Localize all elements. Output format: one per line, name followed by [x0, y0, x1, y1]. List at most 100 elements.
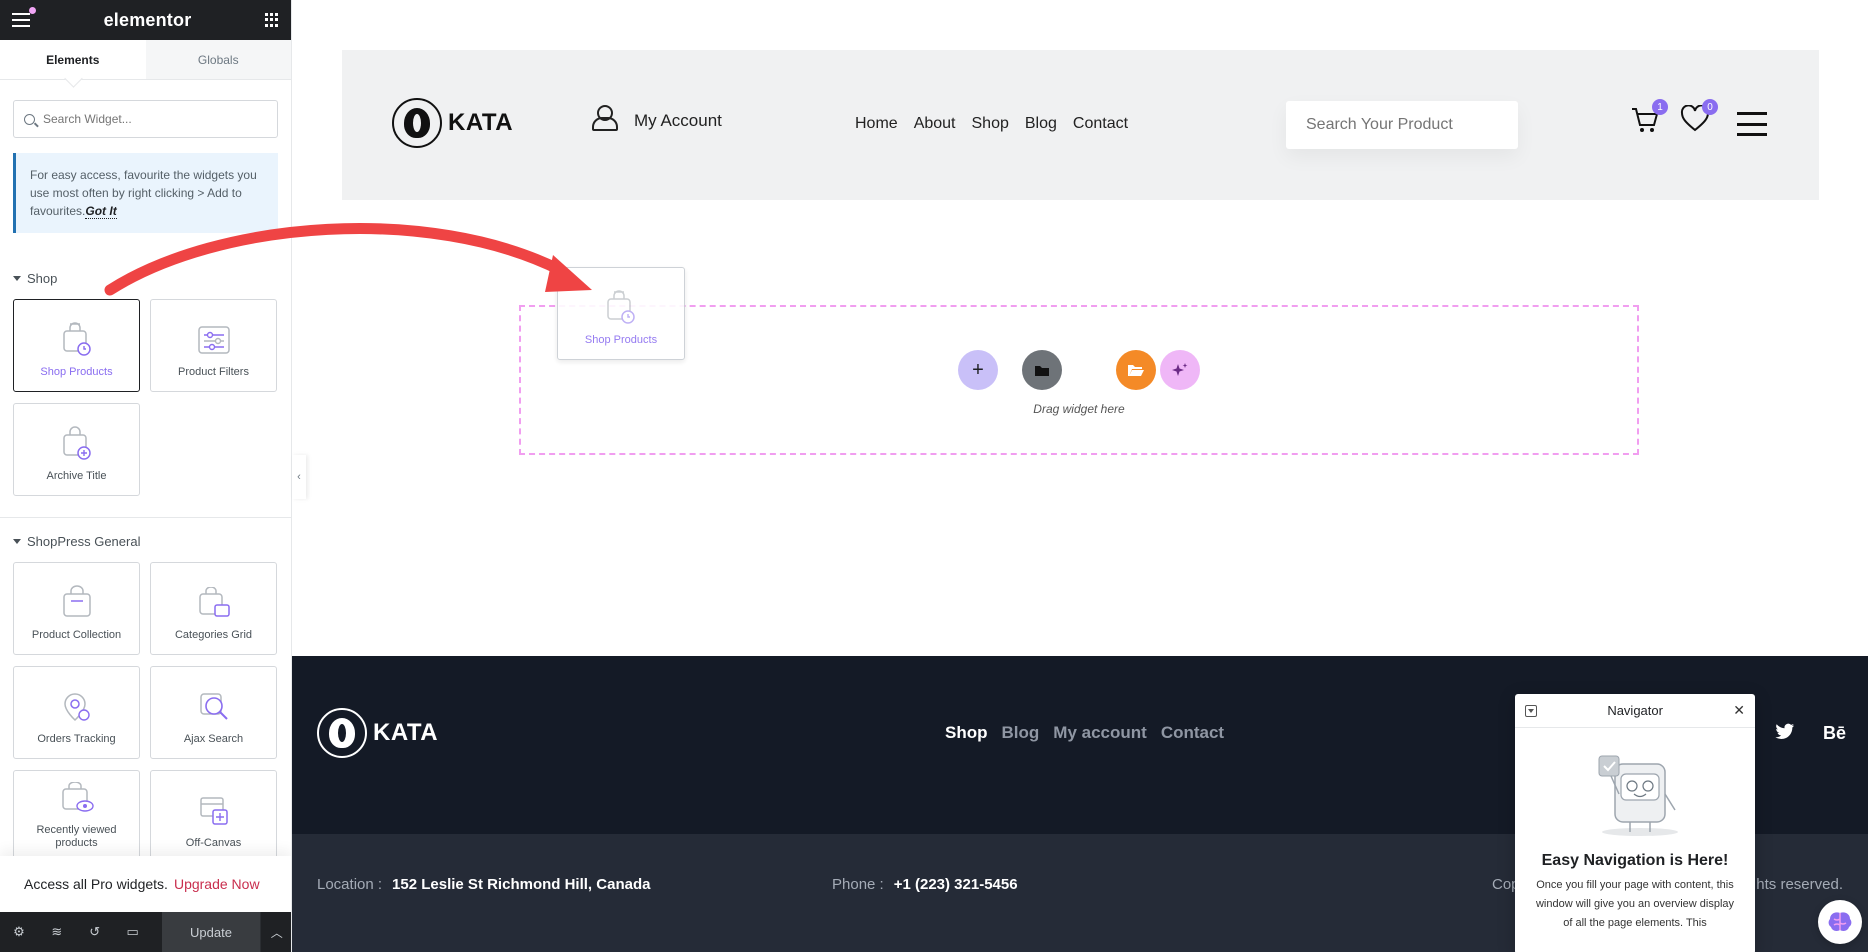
filters-icon: [197, 326, 230, 354]
responsive-mode-icon[interactable]: ▭: [114, 912, 152, 952]
widget-label: Ajax Search: [183, 733, 244, 745]
location-pin-icon: [63, 693, 90, 722]
widget-label: Shop Products: [40, 366, 113, 378]
upgrade-now-link[interactable]: Upgrade Now: [174, 876, 260, 892]
nav-shop[interactable]: Shop: [972, 115, 1009, 133]
panel-header: elementor: [0, 0, 291, 40]
dragged-widget-ghost[interactable]: Shop Products: [557, 267, 685, 360]
product-search-input[interactable]: [1306, 116, 1498, 134]
widget-recently-viewed-products[interactable]: Recently viewed products: [13, 770, 140, 863]
brand-name: KATA: [448, 109, 514, 136]
collapse-icon[interactable]: [1525, 704, 1537, 717]
phone-label: Phone :: [832, 876, 884, 893]
nav-contact[interactable]: Contact: [1073, 115, 1128, 133]
widget-categories-grid[interactable]: Categories Grid: [150, 562, 277, 655]
settings-gear-icon[interactable]: ⚙: [0, 912, 38, 952]
nav-about[interactable]: About: [914, 115, 956, 133]
elementor-logo: elementor: [103, 9, 192, 30]
widget-search[interactable]: [13, 100, 278, 138]
favourites-notice: For easy access, favourite the widgets y…: [13, 153, 278, 233]
elementor-panel: elementor Elements Globals For easy acce…: [0, 0, 292, 952]
footer-logo[interactable]: KATA: [317, 708, 438, 758]
footer-nav-contact[interactable]: Contact: [1161, 723, 1224, 743]
category-shop[interactable]: Shop: [0, 268, 70, 288]
panel-footer: ⚙ ≋ ↺ ▭ Update ︿: [0, 912, 291, 952]
shop-products-icon: [607, 290, 635, 324]
update-button[interactable]: Update: [161, 912, 261, 952]
caret-down-icon: [13, 275, 21, 281]
phone-value: +1 (223) 321-5456: [893, 876, 1018, 893]
collapse-panel-icon[interactable]: ‹: [292, 455, 306, 499]
widget-orders-tracking[interactable]: Orders Tracking: [13, 666, 140, 759]
widget-shop-products[interactable]: Shop Products: [13, 299, 140, 392]
navigator-header[interactable]: Navigator ✕: [1515, 694, 1755, 728]
tab-globals[interactable]: Globals: [145, 40, 291, 79]
widget-label: Recently viewed products: [36, 824, 117, 849]
ai-sparkle-button[interactable]: [1160, 350, 1200, 390]
menu-hamburger-icon[interactable]: [1737, 112, 1767, 136]
widget-label: Off-Canvas: [185, 837, 242, 849]
nav-blog[interactable]: Blog: [1025, 115, 1057, 133]
twitter-icon[interactable]: [1775, 723, 1795, 741]
navigator-title: Navigator: [1607, 703, 1663, 718]
ai-assistant-icon[interactable]: [1818, 900, 1862, 944]
pro-upgrade-bar: Access all Pro widgets. Upgrade Now: [0, 856, 291, 912]
footer-location: Location : 152 Leslie St Richmond Hill, C…: [317, 876, 650, 893]
user-icon: [592, 105, 618, 131]
add-template-button[interactable]: [1022, 350, 1062, 390]
wishlist-count-badge: 0: [1702, 99, 1718, 115]
widget-label: Archive Title: [46, 470, 107, 482]
category-divider: [0, 517, 291, 518]
kit-library-button[interactable]: [1116, 350, 1156, 390]
cart-button[interactable]: 1: [1630, 99, 1668, 140]
widget-search-input[interactable]: [43, 112, 267, 126]
footer-brand-name: KATA: [373, 719, 439, 746]
widget-ajax-search[interactable]: Ajax Search: [150, 666, 277, 759]
layers-icon[interactable]: ≋: [38, 912, 76, 952]
footer-nav: Shop Blog My account Contact: [945, 723, 1224, 743]
navigator-description: Once you fill your page with content, th…: [1535, 879, 1735, 929]
category-title: ShopPress General: [27, 533, 141, 549]
product-collection-icon: [62, 585, 91, 617]
widget-product-filters[interactable]: Product Filters: [150, 299, 277, 392]
folder-icon: [1035, 366, 1049, 376]
category-shoppress-general[interactable]: ShopPress General: [0, 531, 153, 551]
notification-dot: [29, 7, 36, 14]
panel-tabs: Elements Globals: [0, 40, 291, 80]
location-value: 152 Leslie St Richmond Hill, Canada: [392, 876, 651, 893]
main-nav: Home About Shop Blog Contact: [855, 115, 1128, 133]
tab-elements[interactable]: Elements: [0, 40, 146, 79]
navigator-illustration: [1585, 750, 1685, 838]
site-logo[interactable]: KATA: [392, 98, 513, 148]
footer-nav-shop[interactable]: Shop: [945, 723, 988, 743]
add-section-button[interactable]: +: [958, 350, 998, 390]
empty-section-drop-zone[interactable]: + Drag widget here: [519, 305, 1639, 455]
wishlist-button[interactable]: 0: [1680, 99, 1718, 138]
navigator-heading: Easy Navigation is Here!: [1541, 852, 1729, 869]
footer-nav-blog[interactable]: Blog: [1002, 723, 1040, 743]
widget-off-canvas[interactable]: Off-Canvas: [150, 770, 277, 863]
notice-text: For easy access, favourite the widgets y…: [30, 168, 257, 218]
ghost-label: Shop Products: [584, 334, 658, 346]
chevron-up-icon[interactable]: ︿: [260, 912, 291, 952]
off-canvas-icon: [199, 797, 228, 825]
search-icon: [24, 113, 35, 125]
rights-text: hts reserved.: [1756, 876, 1843, 893]
footer-nav-my-account[interactable]: My account: [1053, 723, 1147, 743]
widgets-grid-icon[interactable]: [264, 13, 279, 27]
got-it-link[interactable]: Got It: [85, 204, 117, 219]
widget-product-collection[interactable]: Product Collection: [13, 562, 140, 655]
shop-products-icon: [62, 322, 91, 356]
drag-widget-hint: Drag widget here: [1033, 402, 1125, 416]
widget-archive-title[interactable]: Archive Title: [13, 403, 140, 496]
open-folder-icon: [1128, 365, 1144, 376]
my-account-link[interactable]: My Account: [592, 105, 722, 131]
behance-icon[interactable]: Bē: [1823, 723, 1846, 744]
eye-bag-icon: [61, 782, 94, 812]
hamburger-menu-icon[interactable]: [12, 7, 36, 27]
nav-home[interactable]: Home: [855, 115, 898, 133]
category-title: Shop: [27, 270, 58, 286]
close-icon[interactable]: ✕: [1733, 702, 1745, 719]
history-icon[interactable]: ↺: [76, 912, 114, 952]
product-search[interactable]: [1286, 101, 1518, 149]
